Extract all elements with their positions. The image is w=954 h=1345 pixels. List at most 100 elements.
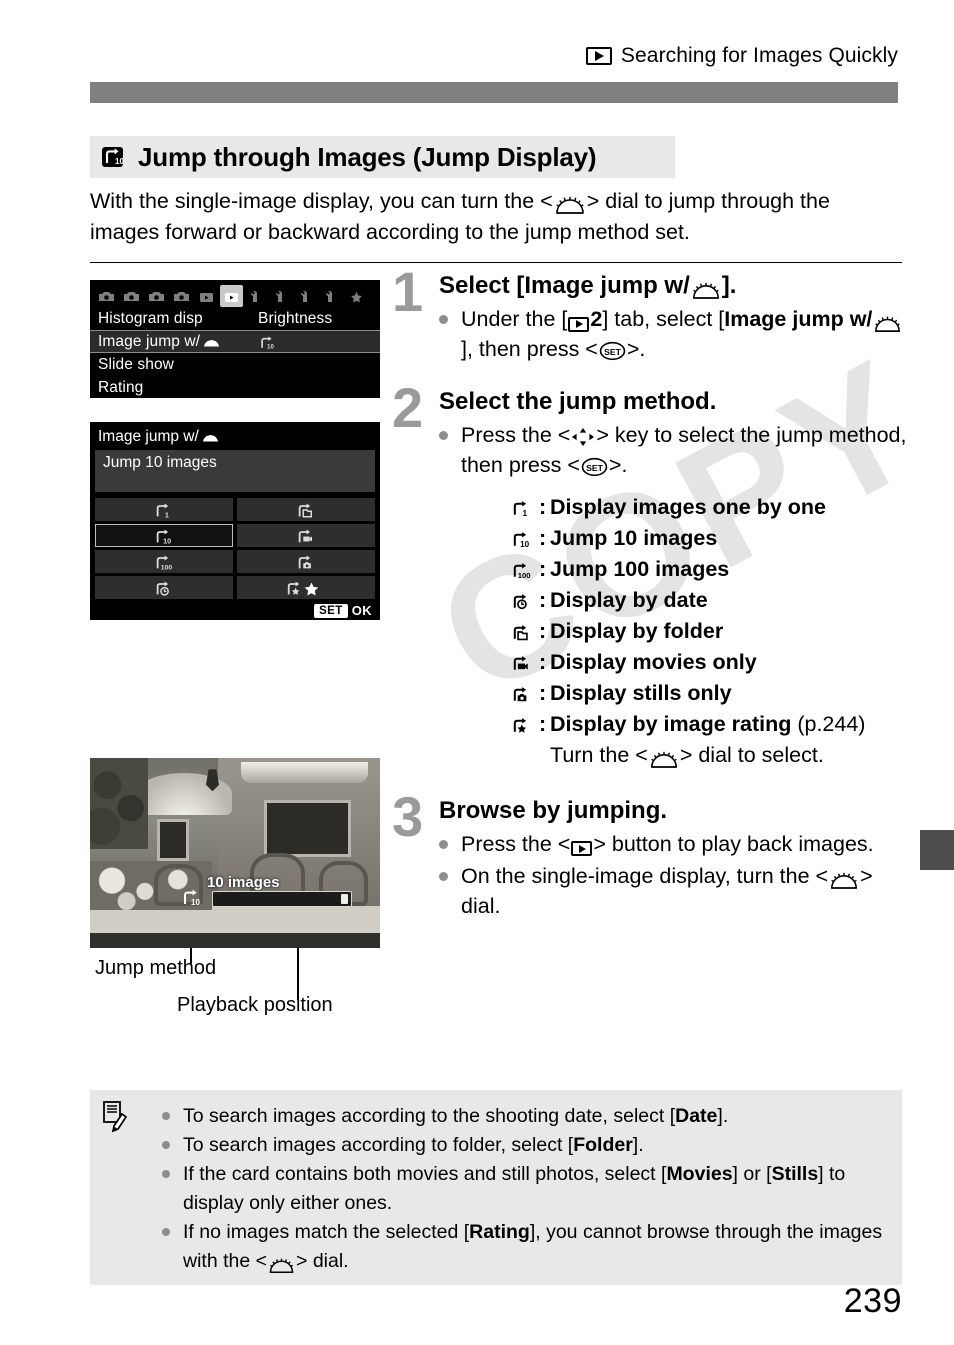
tab-playback2[interactable]	[220, 285, 243, 307]
jump-option-100[interactable]: 100	[95, 550, 233, 573]
note-item-folder: To search images according to folder, se…	[162, 1131, 884, 1160]
page-title: Jump through Images (Jump Display)	[138, 141, 597, 172]
photo-wall	[90, 906, 380, 933]
step-3: 3 Browse by jumping. Press the < > button…	[392, 788, 912, 921]
menu-row-histogram[interactable]: Histogram disp Brightness	[90, 307, 380, 330]
legend-label-text: Display by image rating	[550, 711, 792, 736]
jump-overlay-label: 10 images	[207, 874, 280, 891]
jump-option-10[interactable]: 10	[95, 524, 233, 547]
legend-label: Display by date	[550, 587, 708, 612]
jump-10-icon: 10	[100, 144, 126, 170]
bullet-marker	[162, 1102, 183, 1131]
playback-icon	[571, 841, 593, 857]
tab-setup1	[245, 285, 268, 307]
svg-text:10: 10	[267, 343, 274, 350]
svg-text:100: 100	[161, 564, 173, 571]
bullet-marker	[439, 829, 461, 859]
menu-tab-row	[90, 280, 380, 307]
tab-shoot4	[170, 285, 193, 307]
note-item-date-text: To search images according to the shooti…	[183, 1105, 729, 1127]
step-2-bullet: Press the < > key to select the jump meth…	[439, 420, 912, 480]
playback-icon	[568, 316, 590, 332]
jump-option-movies[interactable]	[237, 524, 375, 547]
legend-item-date: : Display by date	[505, 585, 912, 616]
jump-10-icon: 10	[505, 523, 539, 550]
legend-item-folder: : Display by folder	[505, 616, 912, 647]
step-number: 1	[392, 260, 424, 323]
intro-divider	[90, 262, 902, 263]
menu-value: Brightness	[258, 309, 333, 327]
menu-row-slide-show[interactable]: Slide show	[90, 353, 380, 376]
menu-value-icon: 10	[258, 333, 276, 351]
caption-playback-position: Playback position	[177, 994, 333, 1016]
step-2-bullet-text: Press the < > key to select the jump meth…	[461, 422, 907, 477]
jump-option-stills[interactable]	[237, 550, 375, 573]
step-1-heading: Select [Image jump w/].	[439, 272, 912, 300]
svg-text:SET: SET	[586, 463, 604, 473]
svg-text:SET: SET	[604, 347, 622, 357]
intro-text-a: With the single-image display, you can t…	[90, 189, 553, 213]
step-1: 1 Select [Image jump w/]. Under the [2] …	[392, 264, 912, 364]
jump-rating-icon	[505, 709, 539, 736]
legend-label: Jump 100 images	[550, 556, 730, 581]
jump-current-value: Jump 10 images	[95, 450, 375, 492]
legend-item-one-by-one: 1 : Display images one by one	[505, 492, 912, 523]
jump-method-screenshot: Image jump w/ Jump 10 images 1 10 100 SE…	[90, 422, 380, 620]
note-pencil-icon	[102, 1100, 128, 1139]
bullet-marker	[162, 1160, 183, 1218]
main-dial-icon	[691, 281, 721, 300]
jump-stills-icon	[505, 678, 539, 705]
tab-mymenu	[345, 285, 368, 307]
legend-item-jump-10: 10 : Jump 10 images	[505, 523, 912, 554]
jump-option-rating[interactable]	[237, 576, 375, 599]
jump-option-folder[interactable]	[237, 498, 375, 521]
svg-text:10: 10	[115, 157, 124, 166]
edge-tab-marker	[920, 830, 954, 870]
bullet-marker	[439, 304, 461, 364]
tab-shoot1	[95, 285, 118, 307]
jump-option-date[interactable]	[95, 576, 233, 599]
main-dial-icon	[201, 431, 220, 443]
legend-label: Display stills only	[550, 680, 732, 705]
bullet-marker	[439, 861, 461, 921]
step-1-heading-a: Select [Image jump w/	[439, 272, 690, 299]
step-1-heading-b: ].	[721, 272, 737, 299]
menu-label: Rating	[98, 378, 144, 396]
tab-setup4	[320, 285, 343, 307]
main-dial-icon	[873, 315, 902, 333]
jump-option-grid: 1 10 100	[95, 498, 375, 599]
legend-sub-b: > dial to select.	[679, 742, 824, 767]
photo-window-right	[264, 799, 351, 857]
tab-shoot2	[120, 285, 143, 307]
legend-sub-a: Turn the <	[550, 742, 648, 767]
set-button-icon: SET	[581, 457, 608, 477]
tab-setup3	[295, 285, 318, 307]
main-dial-icon	[649, 750, 679, 769]
step-2-heading: Select the jump method.	[439, 388, 717, 415]
step-3-bullet-1-text: Press the < > button to play back images.	[461, 831, 874, 857]
bullet-marker	[162, 1218, 183, 1276]
jump-option-1[interactable]: 1	[95, 498, 233, 521]
jump-folder-icon	[505, 616, 539, 643]
multi-controller-icon	[571, 427, 595, 447]
legend-item-rating: : Display by image rating (p.244)	[505, 709, 912, 740]
legend-label: Display images one by one	[550, 494, 827, 519]
jump-screen-footer: SET OK	[90, 599, 380, 618]
step-3-bullet-1: Press the < > button to play back images.	[439, 829, 912, 859]
playback-position-bar	[212, 891, 352, 907]
menu-row-image-jump[interactable]: Image jump w/ 10	[90, 330, 380, 353]
note-items: To search images according to the shooti…	[162, 1102, 884, 1276]
menu-row-rating[interactable]: Rating	[90, 376, 380, 399]
legend-label: Display by folder	[550, 618, 724, 643]
step-1-bullet: Under the [2] tab, select [Image jump w/…	[439, 304, 912, 364]
photo-window-left	[156, 818, 189, 861]
step-3-bullet-2-text: On the single-image display, turn the < >…	[461, 863, 873, 918]
legend-item-movies: : Display movies only	[505, 647, 912, 678]
note-item-rating-text: If no images match the selected [Rating]…	[183, 1221, 883, 1274]
jump-1-icon: 1	[505, 492, 539, 519]
note-item-movies-stills: If the card contains both movies and sti…	[162, 1160, 884, 1218]
header-title: Searching for Images Quickly	[620, 44, 898, 67]
legend-item-jump-100: 100 : Jump 100 images	[505, 554, 912, 585]
step-number: 3	[392, 784, 424, 848]
note-item-movies-stills-text: If the card contains both movies and sti…	[183, 1163, 846, 1214]
